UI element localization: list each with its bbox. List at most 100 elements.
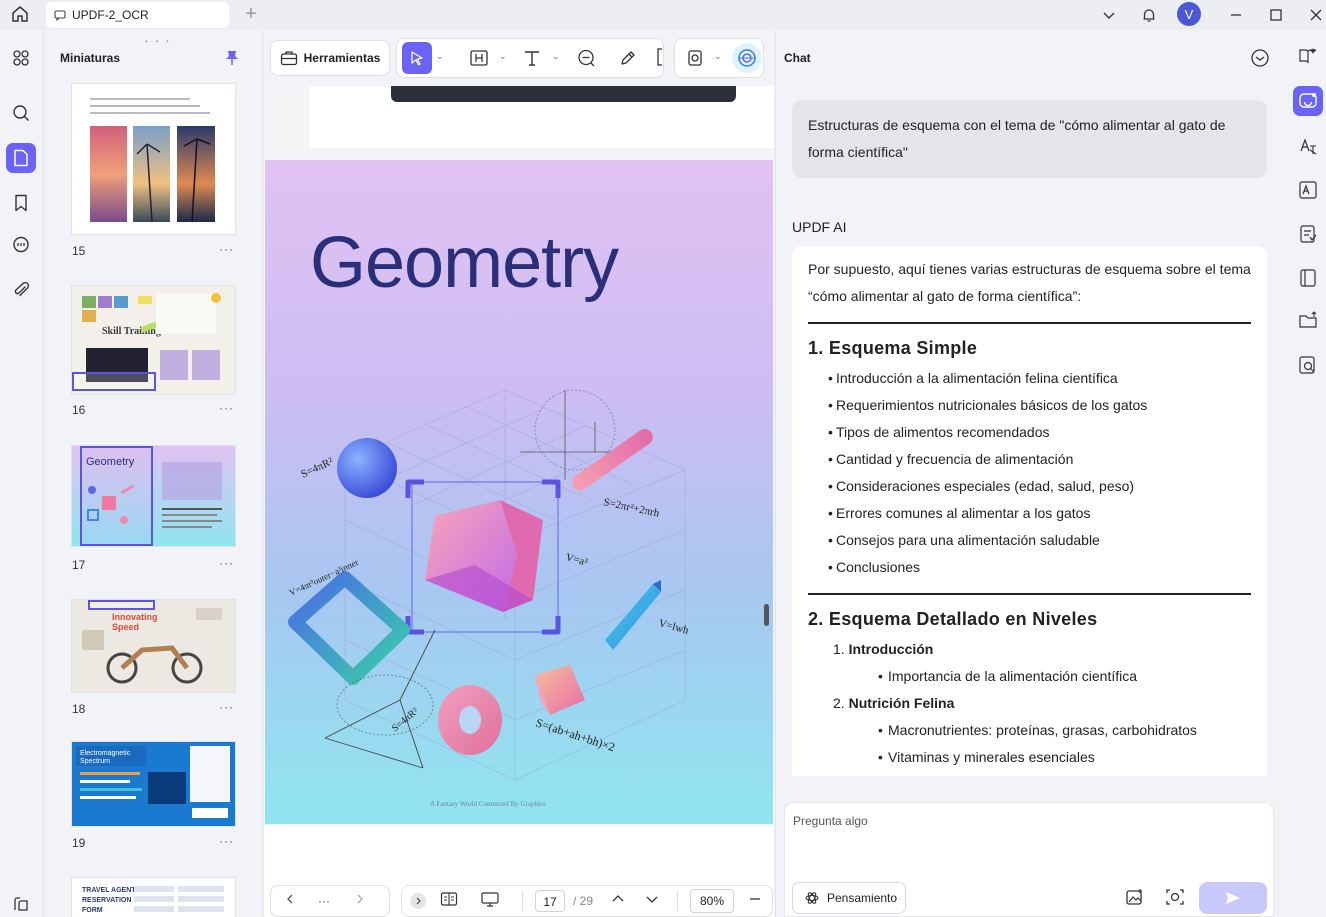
chat-input-box[interactable]: Pregunta algo Pensamiento [784,802,1274,917]
thumbnail-page-17[interactable]: Geometry [72,446,235,546]
send-button[interactable] [1199,882,1267,914]
user-avatar[interactable]: V [1177,2,1201,26]
left-toolbar [0,30,44,917]
ai-chat-icon[interactable] [1293,86,1323,116]
chevron-down-icon[interactable]: ⌄ [436,51,444,62]
bookmark-icon[interactable] [6,188,36,218]
chevron-right-icon[interactable] [354,892,366,910]
thumbnail-page-15[interactable] [72,84,235,234]
bracket-icon[interactable] [656,47,664,72]
search-icon[interactable] [6,98,36,128]
svg-text:S=(ab+ah+bh)×2: S=(ab+ah+bh)×2 [534,716,617,755]
thumbnail-more-button[interactable]: ··· [219,242,234,256]
thumbnail-more-button[interactable]: ··· [219,834,234,848]
zoom-level[interactable]: 80% [690,889,735,913]
more-button[interactable]: ··· [318,894,330,908]
chevron-down-icon[interactable]: ⌄ [499,51,507,62]
toolbox-icon [280,51,297,66]
zoom-out-icon[interactable] [748,892,762,911]
chevron-up-icon[interactable] [611,892,625,911]
stamp-icon[interactable] [686,48,704,73]
thumbnail-panel: · · · Miniaturas 15 ··· Skill Training 1… [44,30,263,917]
document-viewer[interactable]: S=4πR² S=2πr²+2πrh V=a³ V=lwh S=4πR² S=(… [264,86,774,917]
text-box-icon[interactable] [469,49,489,72]
pin-icon[interactable] [225,50,239,71]
thumbnail-more-button[interactable]: ··· [219,401,234,415]
page-number-input[interactable]: 17 [535,890,565,912]
maximize-icon[interactable] [1265,4,1287,26]
thumbnail-page-20[interactable]: TRAVEL AGENT RESERVATION FORM [72,878,235,917]
send-icon [1226,892,1240,904]
tools-button[interactable]: Herramientas [270,40,390,76]
ai-label: UPDF AI [792,219,847,235]
screenshot-icon[interactable] [1165,887,1185,912]
select-tool-button[interactable] [402,42,432,74]
ocr-text-icon[interactable] [1293,175,1323,205]
attachment-icon[interactable] [6,275,36,305]
text-icon[interactable] [522,49,542,72]
thumbnail-page-18[interactable]: Innovating Speed [72,600,235,692]
home-icon[interactable] [10,4,30,24]
search-document-icon[interactable] [1293,350,1323,380]
drag-handle[interactable]: · · · [144,32,171,48]
comment-tool-icon[interactable] [576,49,596,72]
edit-toolbar: Herramientas ⌄ ⌄ ⌄ ⌄ [264,30,774,86]
book-open-icon[interactable] [1293,41,1323,71]
scrollbar-thumb[interactable] [764,604,769,626]
svg-text:FORM: FORM [82,907,103,914]
book-icon[interactable] [1293,263,1323,293]
view-controls-pill: 17 / 29 80% [401,885,773,917]
svg-text:S=4πR²: S=4πR² [390,706,421,734]
svg-text:V=lwh: V=lwh [657,617,690,637]
thumbnail-page-19[interactable]: Electromagnetic Spectrum [72,742,235,826]
pen-icon[interactable] [618,49,638,72]
chevron-down-icon[interactable]: ⌄ [714,51,722,62]
document-page[interactable]: S=4πR² S=2πr²+2πrh V=a³ V=lwh S=4πR² S=(… [265,160,773,824]
svg-text:TRAVEL AGENT: TRAVEL AGENT [82,887,136,894]
svg-text:RESERVATION: RESERVATION [82,897,131,904]
folder-export-icon[interactable] [1293,306,1323,336]
item-title: Nutrición Felina [848,695,955,711]
thinking-label: Pensamiento [827,891,898,905]
page-layout-icon[interactable] [440,891,458,912]
layers-icon[interactable] [6,889,36,917]
chevron-down-icon[interactable] [645,892,659,911]
thumbnail-more-button[interactable]: ··· [219,700,234,714]
ai-assistant-icon[interactable] [732,43,762,73]
numbered-item: 1. Introducción [808,636,1251,663]
svg-text:Spectrum: Spectrum [80,758,110,765]
collapse-icon[interactable] [410,893,426,909]
bell-icon[interactable] [1138,4,1160,26]
thumbnail-more-button[interactable]: ··· [219,556,234,570]
image-upload-icon[interactable] [1125,887,1145,912]
chevron-down-icon[interactable] [1098,4,1120,26]
thinking-toggle-button[interactable]: Pensamiento [792,882,906,914]
close-icon[interactable] [1305,4,1326,26]
new-tab-button[interactable]: + [241,3,261,26]
chevron-left-icon[interactable] [284,892,296,910]
pages-icon[interactable] [6,143,36,173]
tooltip-overlay [391,86,736,102]
page-nav-pill: ··· [270,885,390,917]
item-title: Introducción [848,641,934,657]
chevron-down-icon[interactable]: ⌄ [552,51,560,62]
document-tab[interactable]: UPDF-2_OCR [46,2,229,28]
svg-text:Electromagnetic: Electromagnetic [80,750,131,757]
list-item: Consejos para una alimentación saludable [808,527,1251,554]
list-item: Cantidad y frecuencia de alimentación [808,446,1251,473]
form-icon[interactable] [1293,219,1323,249]
comment-icon[interactable] [6,230,36,260]
section-heading: 2. Esquema Detallado en Niveles [808,609,1098,629]
minimize-icon[interactable] [1225,4,1247,26]
chat-input-placeholder[interactable]: Pregunta algo [793,814,868,828]
history-icon[interactable] [1250,48,1270,73]
svg-text:Speed: Speed [112,622,139,632]
thumbnail-page-number: 19 [72,836,86,850]
thumbnail-page-number: 15 [72,244,86,258]
chat-bubble-icon [54,10,66,21]
presentation-icon[interactable] [480,891,500,912]
grid-icon[interactable] [6,43,36,73]
translate-icon[interactable] [1293,131,1323,161]
atom-icon [805,892,819,904]
divider [808,322,1251,324]
